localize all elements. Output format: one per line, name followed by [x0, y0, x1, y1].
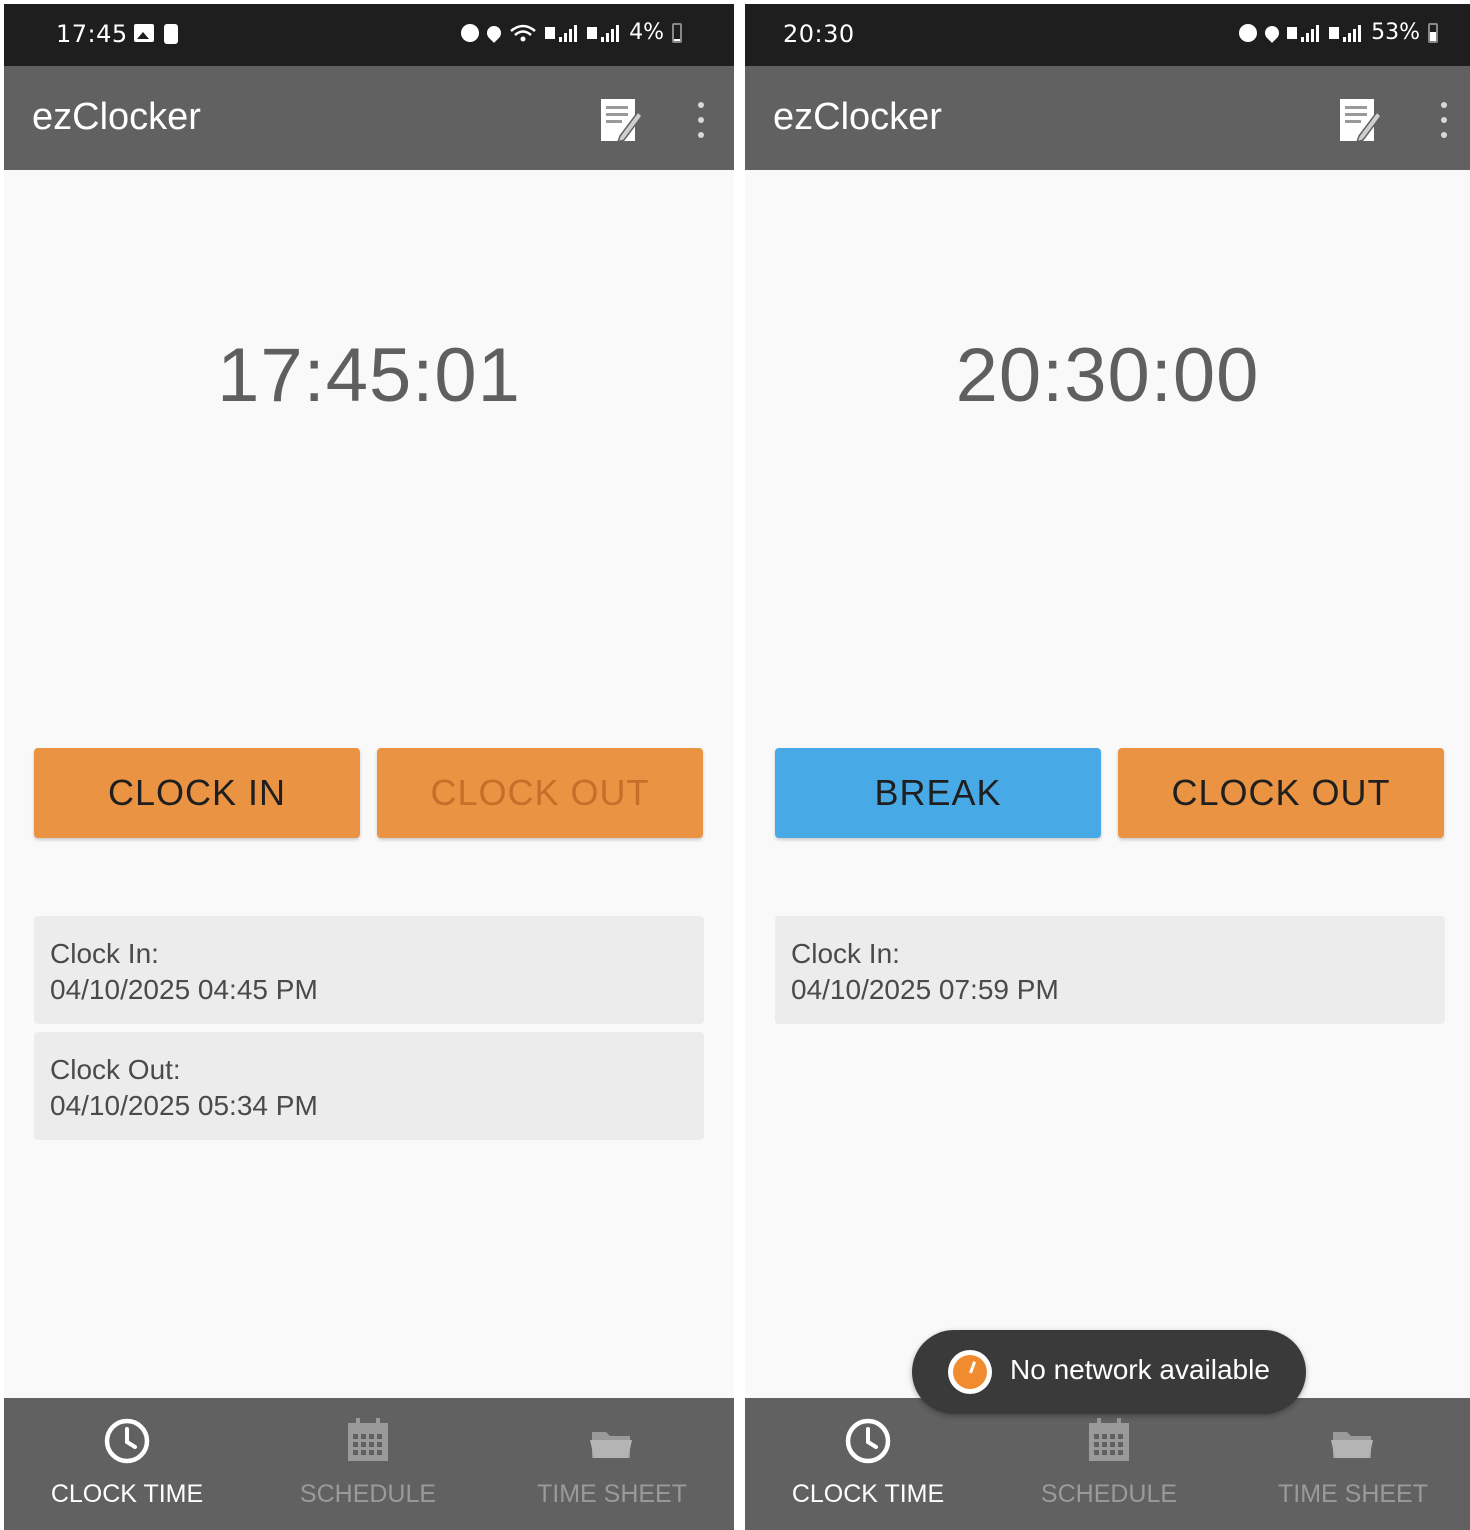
gallery-icon [134, 24, 154, 42]
edit-notes-icon[interactable] [600, 98, 642, 144]
more-options-icon[interactable] [1437, 102, 1451, 138]
record-value: 04/10/2025 07:59 PM [791, 974, 1059, 1005]
nav-clock-time[interactable]: CLOCK TIME [7, 1398, 247, 1530]
folder-icon [1331, 1432, 1373, 1458]
calendar-icon [1089, 1418, 1129, 1461]
nav-time-sheet[interactable]: TIME SHEET [1233, 1398, 1470, 1530]
current-time-display: 20:30:00 [955, 333, 1260, 418]
battery-percent: 4% [629, 20, 664, 45]
nav-schedule[interactable]: SCHEDULE [989, 1398, 1229, 1530]
alarm-icon [461, 23, 480, 42]
phone-screen-right: 20:30 53% ezClocker 20:30:00 BREAK CLOCK… [745, 4, 1470, 1530]
app-title: ezClocker [32, 96, 201, 138]
battery-icon [672, 22, 682, 43]
record-value: 04/10/2025 04:45 PM [50, 974, 318, 1005]
network-toast: No network available [912, 1330, 1306, 1414]
clock-in-record: Clock In: 04/10/2025 07:59 PM [775, 916, 1445, 1024]
clock-in-record: Clock In: 04/10/2025 04:45 PM [34, 916, 704, 1024]
nav-clock-time[interactable]: CLOCK TIME [748, 1398, 988, 1530]
clock-out-button[interactable]: CLOCK OUT [1118, 748, 1444, 838]
location-icon [484, 22, 504, 43]
signal-icon-2 [1329, 24, 1362, 42]
nav-schedule[interactable]: SCHEDULE [248, 1398, 488, 1530]
status-right-icons: 4% [461, 20, 682, 45]
folder-icon [590, 1432, 632, 1458]
record-value: 04/10/2025 05:34 PM [50, 1090, 318, 1121]
wifi-icon [510, 24, 536, 41]
app-bar: ezClocker [745, 66, 1470, 170]
record-label: Clock In: [50, 938, 159, 969]
clock-out-record: Clock Out: 04/10/2025 05:34 PM [34, 1032, 704, 1140]
status-bar: 20:30 53% [745, 4, 1470, 66]
clock-icon [104, 1418, 150, 1464]
nav-label: TIME SHEET [536, 1480, 687, 1508]
bottom-navigation: CLOCK TIME SCHEDULE TIME SHEET [745, 1398, 1470, 1530]
notification-icons [134, 24, 178, 44]
app-title: ezClocker [773, 96, 942, 138]
edit-notes-icon[interactable] [1339, 98, 1381, 144]
nav-label: TIME SHEET [1277, 1480, 1428, 1508]
status-right-icons: 53% [1239, 20, 1438, 45]
alarm-icon [1239, 23, 1258, 42]
signal-icon-2 [587, 24, 620, 42]
status-time: 17:45 [56, 20, 128, 48]
nav-label: SCHEDULE [299, 1480, 437, 1508]
clock-icon [845, 1418, 891, 1464]
battery-icon [1428, 22, 1438, 43]
status-bar: 17:45 4% [4, 4, 734, 66]
sim-card-icon [164, 24, 178, 44]
current-time-display: 17:45:01 [217, 333, 521, 418]
break-button[interactable]: BREAK [775, 748, 1101, 838]
status-time: 20:30 [783, 20, 855, 48]
app-clock-icon [948, 1350, 992, 1394]
record-label: Clock In: [791, 938, 900, 969]
calendar-icon [348, 1418, 388, 1461]
bottom-navigation: CLOCK TIME SCHEDULE TIME SHEET [4, 1398, 734, 1530]
battery-percent: 53% [1371, 20, 1420, 45]
more-options-icon[interactable] [694, 102, 708, 138]
location-icon [1262, 22, 1282, 43]
toast-message: No network available [1010, 1354, 1270, 1385]
record-label: Clock Out: [50, 1054, 181, 1085]
clock-out-button[interactable]: CLOCK OUT [377, 748, 703, 838]
app-bar: ezClocker [4, 66, 734, 170]
nav-label: CLOCK TIME [791, 1480, 945, 1508]
nav-time-sheet[interactable]: TIME SHEET [492, 1398, 732, 1530]
signal-icon-1 [545, 24, 578, 42]
nav-label: SCHEDULE [1040, 1480, 1178, 1508]
signal-icon-1 [1287, 24, 1320, 42]
phone-screen-left: 17:45 4% ezClocker 17:45:01 CLOCK IN CLO… [4, 4, 734, 1530]
nav-label: CLOCK TIME [50, 1480, 204, 1508]
clock-in-button[interactable]: CLOCK IN [34, 748, 360, 838]
